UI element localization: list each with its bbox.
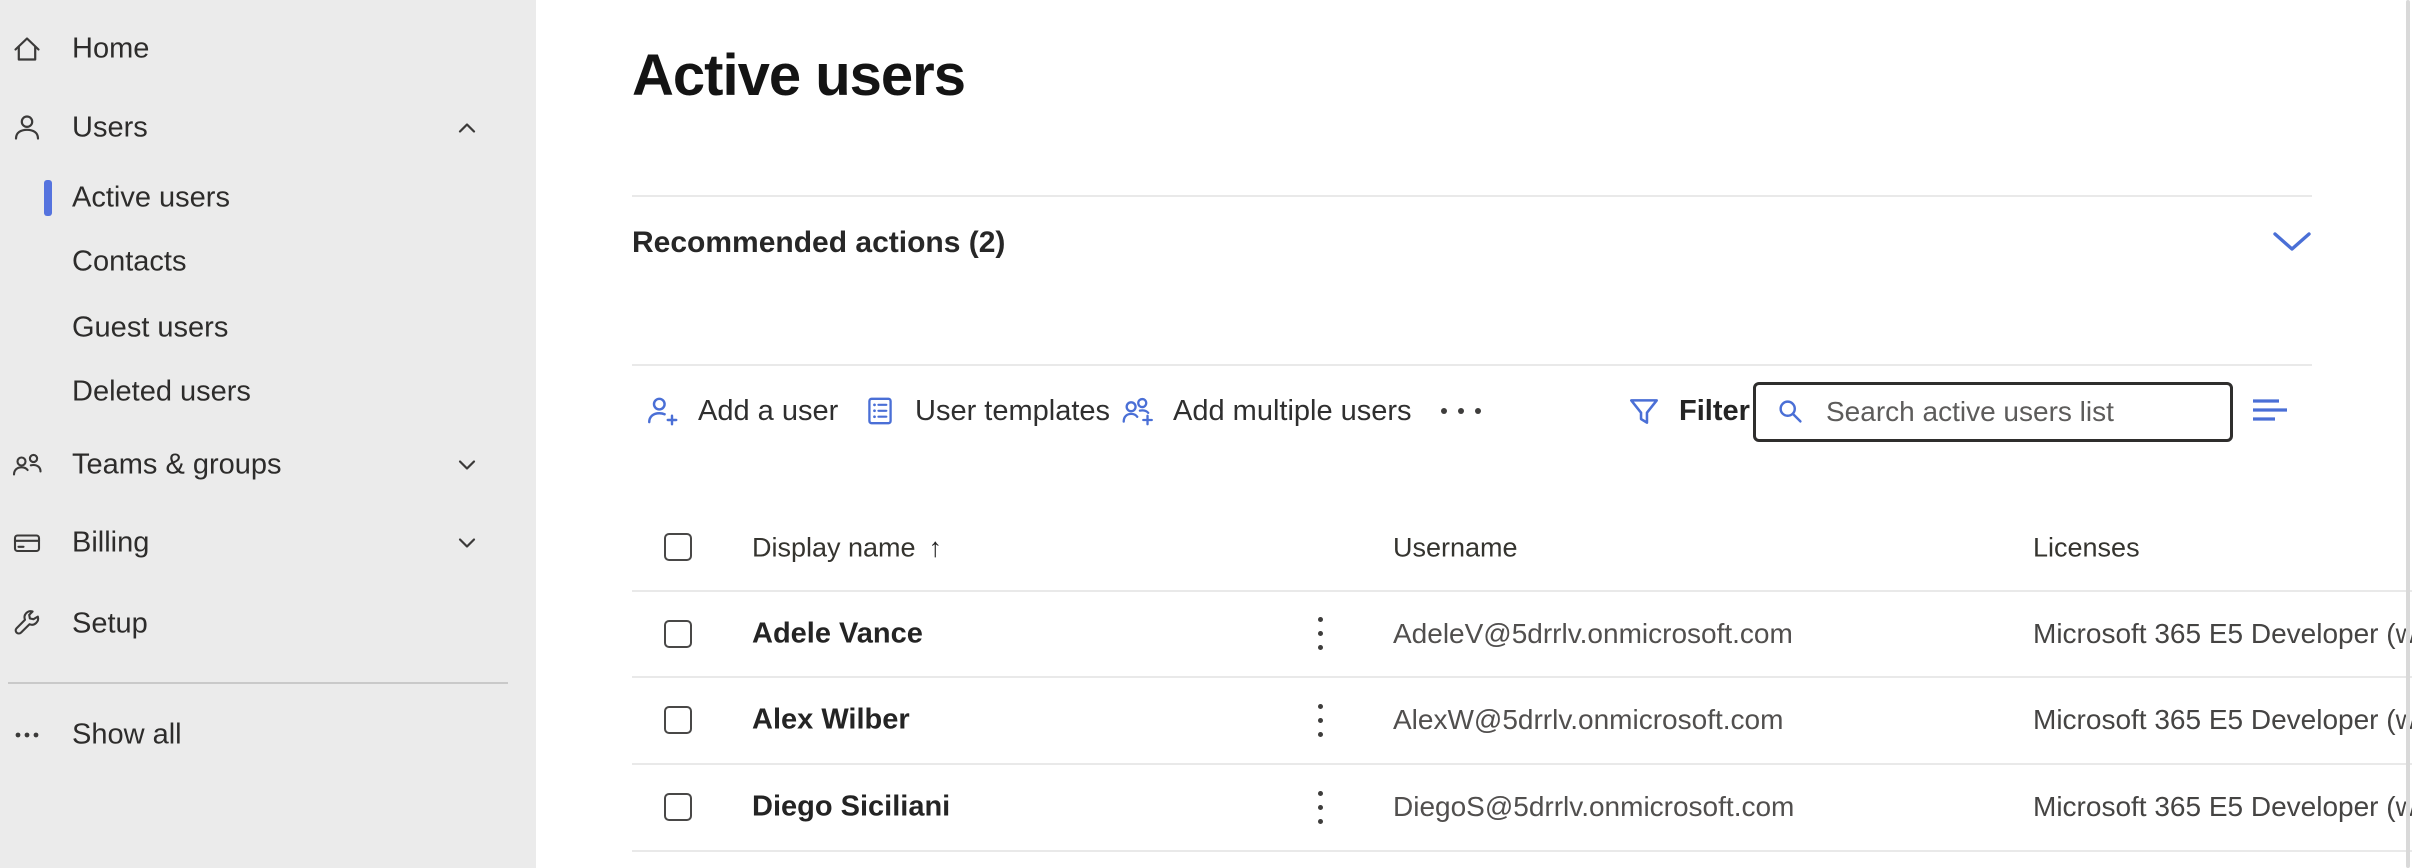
licenses-cell: Microsoft 365 E5 Developer (withou [2033,618,2412,650]
display-name-cell: Alex Wilber [752,704,910,737]
select-all-checkbox[interactable] [664,533,692,561]
filter-lines-icon[interactable] [2251,396,2291,426]
search-input[interactable] [1824,395,2208,429]
column-label: Licenses [2033,533,2140,564]
table-divider [632,850,2412,852]
template-list-icon [862,393,898,429]
sidebar-divider [8,682,508,684]
search-box[interactable] [1753,382,2233,442]
sidebar-item-label: Active users [72,182,230,215]
search-icon [1775,396,1807,428]
credit-card-icon [8,524,46,562]
sidebar: Home Users Active users Contacts Guest [0,0,536,868]
toolbar-button-label: Add a user [698,395,838,428]
sidebar-item-setup[interactable]: Setup [0,598,536,650]
username-cell: AdeleV@5drrlv.onmicrosoft.com [1393,618,1793,650]
selected-indicator [44,180,52,216]
table-row[interactable]: Adele Vance AdeleV@5drrlv.onmicrosoft.co… [536,591,2412,676]
funnel-icon [1626,393,1662,429]
people-add-icon [1120,393,1156,429]
more-actions-button[interactable] [1441,380,1481,442]
table-header: Display name ↑ Username Licenses [536,506,2412,590]
ellipsis-icon [8,716,46,754]
add-multiple-users-button[interactable]: Add multiple users [1120,380,1412,442]
sidebar-item-label: Teams & groups [72,449,282,482]
username-cell: AlexW@5drrlv.onmicrosoft.com [1393,704,1783,736]
sidebar-item-billing[interactable]: Billing [0,517,536,569]
sidebar-item-contacts[interactable]: Contacts [0,236,536,288]
sidebar-item-label: Users [72,112,148,145]
sidebar-item-label: Contacts [72,246,186,279]
sidebar-item-deleted-users[interactable]: Deleted users [0,366,536,418]
m365-admin-active-users-page: Home Users Active users Contacts Guest [0,0,2412,868]
toolbar-button-label: Add multiple users [1173,395,1412,428]
page-title: Active users [632,42,965,109]
row-checkbox[interactable] [664,620,692,648]
sidebar-item-active-users[interactable]: Active users [0,172,536,224]
column-header-display-name[interactable]: Display name ↑ [752,533,942,564]
row-checkbox[interactable] [664,706,692,734]
sidebar-item-home[interactable]: Home [0,23,536,75]
column-label: Display name [752,533,916,564]
column-header-username[interactable]: Username [1393,533,1518,564]
row-checkbox[interactable] [664,793,692,821]
chevron-up-icon [450,111,484,145]
recommended-actions-title: Recommended actions (2) [632,226,1005,260]
filter-button[interactable]: Filter [1626,380,1750,442]
username-cell: DiegoS@5drrlv.onmicrosoft.com [1393,791,1794,823]
sidebar-item-users[interactable]: Users [0,102,536,154]
licenses-cell: Microsoft 365 E5 Developer (withou [2033,704,2412,736]
chevron-down-icon [450,526,484,560]
table-row[interactable]: Diego Siciliani DiegoS@5drrlv.onmicrosof… [536,764,2412,850]
person-add-icon [645,393,681,429]
kebab-menu-icon[interactable] [1308,612,1332,656]
sidebar-item-label: Deleted users [72,376,251,409]
sidebar-item-label: Setup [72,608,148,641]
kebab-menu-icon[interactable] [1308,698,1332,742]
sidebar-item-label: Billing [72,527,149,560]
toolbar-button-label: User templates [915,395,1110,428]
section-divider [632,364,2312,366]
sidebar-item-label: Home [72,33,149,66]
sidebar-item-teams-groups[interactable]: Teams & groups [0,439,536,491]
people-icon [8,446,46,484]
sidebar-item-guest-users[interactable]: Guest users [0,302,536,354]
add-a-user-button[interactable]: Add a user [645,380,838,442]
licenses-cell: Microsoft 365 E5 Developer (withou [2033,791,2412,823]
sidebar-item-label: Guest users [72,312,228,345]
table-row[interactable]: Alex Wilber AlexW@5drrlv.onmicrosoft.com… [536,677,2412,763]
sidebar-item-show-all[interactable]: Show all [0,709,536,761]
user-templates-button[interactable]: User templates [862,380,1110,442]
kebab-menu-icon[interactable] [1308,785,1332,829]
column-header-licenses[interactable]: Licenses [2033,533,2140,564]
chevron-down-icon [450,448,484,482]
person-icon [8,109,46,147]
main-content: Active users Recommended actions (2) Add… [536,0,2412,868]
chevron-down-icon[interactable] [2270,228,2314,256]
display-name-cell: Adele Vance [752,617,923,650]
home-icon [8,30,46,68]
sort-ascending-icon: ↑ [929,533,943,564]
sidebar-item-label: Show all [72,719,182,752]
vertical-scrollbar[interactable] [2406,0,2410,868]
column-label: Username [1393,533,1518,564]
section-divider [632,195,2312,197]
display-name-cell: Diego Siciliani [752,791,950,824]
toolbar-button-label: Filter [1679,395,1750,428]
wrench-icon [8,605,46,643]
ellipsis-horizontal-icon [1441,408,1447,414]
